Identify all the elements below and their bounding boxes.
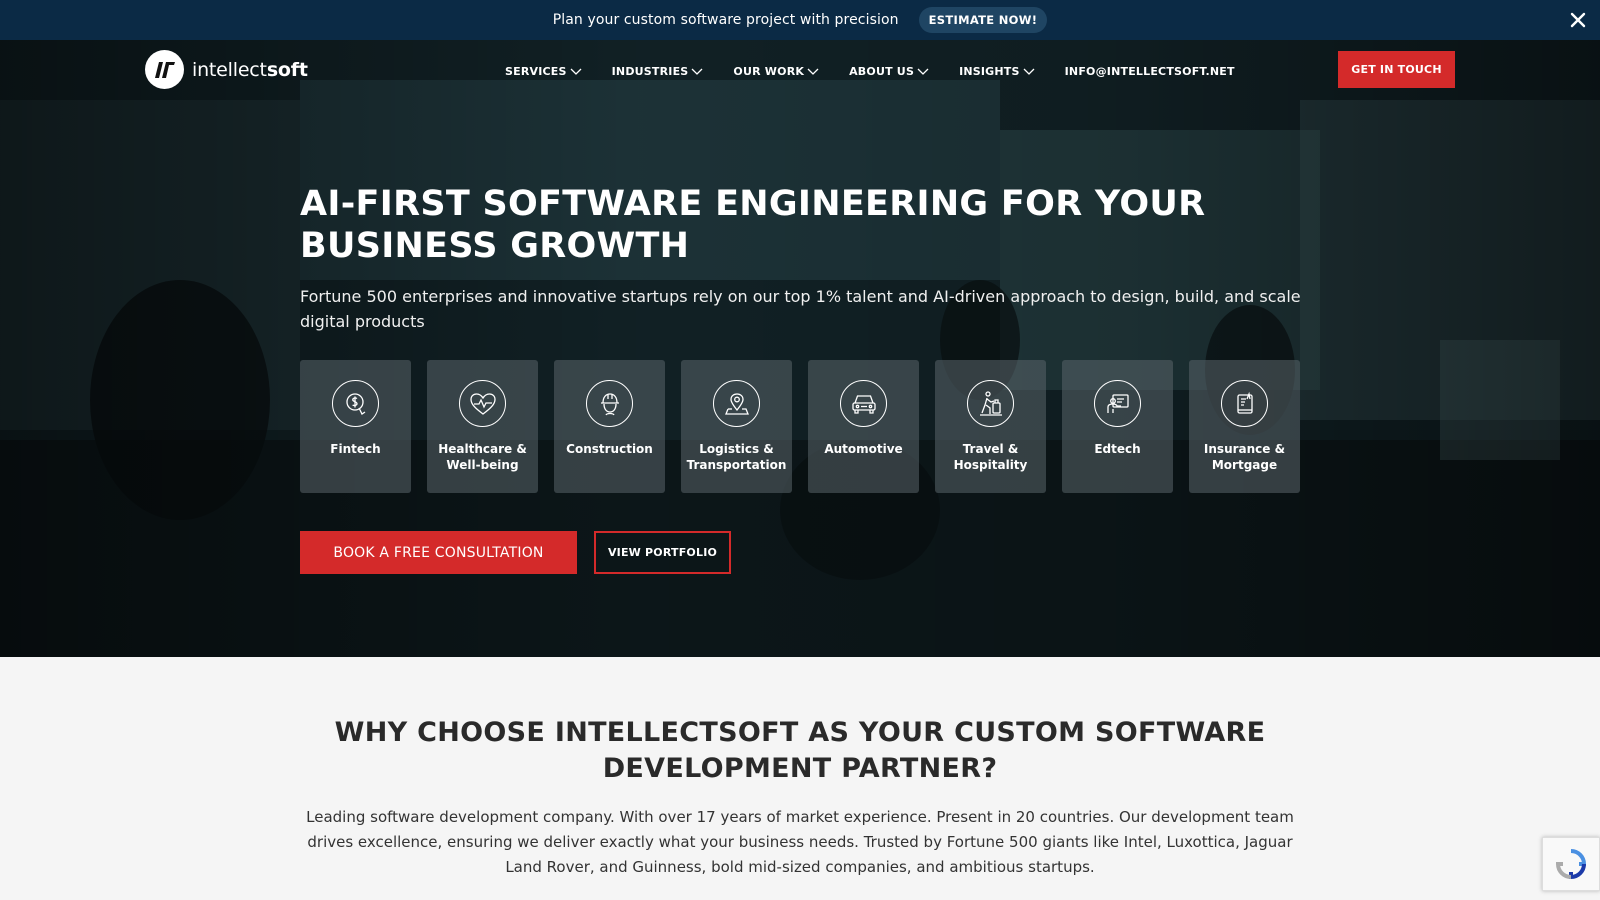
industry-card-fintech[interactable]: Fintech — [300, 360, 411, 493]
nav-item-about-us[interactable]: ABOUT US — [849, 65, 929, 78]
industry-card-healthcare[interactable]: Healthcare & Well-being — [427, 360, 538, 493]
hero-section: intellectsoft SERVICES INDUSTRIES OUR WO… — [0, 40, 1600, 657]
hero-title: AI-FIRST SOFTWARE ENGINEERING FOR YOUR B… — [300, 184, 1206, 266]
industry-label: Travel & Hospitality — [953, 442, 1028, 472]
industry-label: Logistics & Transportation — [686, 442, 787, 472]
book-consultation-button[interactable]: BOOK A FREE CONSULTATION — [300, 531, 577, 574]
industry-label: Insurance & Mortgage — [1203, 442, 1286, 472]
section-body: Leading software development company. Wi… — [306, 808, 1294, 876]
construction-icon — [586, 380, 633, 427]
industry-label: Automotive — [824, 442, 903, 456]
industry-card-automotive[interactable]: Automotive — [808, 360, 919, 493]
why-choose-section: WHY CHOOSE INTELLECTSOFT AS YOUR CUSTOM … — [0, 657, 1600, 900]
hero-subtitle: Fortune 500 enterprises and innovative s… — [300, 287, 1301, 331]
healthcare-icon — [459, 380, 506, 427]
announcement-message: Plan your custom software project with p… — [552, 12, 899, 28]
section-heading: WHY CHOOSE INTELLECTSOFT AS YOUR CUSTOM … — [334, 717, 1266, 784]
chevron-down-icon — [691, 68, 703, 75]
chevron-down-icon — [807, 68, 819, 75]
industry-card-construction[interactable]: Construction — [554, 360, 665, 493]
nav-item-services[interactable]: SERVICES — [505, 65, 582, 78]
main-nav: SERVICES INDUSTRIES OUR WORK ABOUT US IN… — [505, 65, 1265, 78]
industry-label: Fintech — [330, 442, 381, 456]
fintech-icon — [332, 380, 379, 427]
edtech-icon — [1094, 380, 1141, 427]
industry-card-logistics[interactable]: Logistics & Transportation — [681, 360, 792, 493]
logistics-icon — [713, 380, 760, 427]
logo-mark-icon — [145, 50, 184, 89]
get-in-touch-button[interactable]: GET IN TOUCH — [1338, 51, 1455, 88]
close-icon[interactable] — [1566, 8, 1590, 32]
travel-icon — [967, 380, 1014, 427]
view-portfolio-button[interactable]: VIEW PORTFOLIO — [594, 531, 731, 574]
hero-overlay — [0, 40, 1600, 657]
intellectsoft-logo[interactable]: intellectsoft — [145, 50, 308, 89]
nav-item-industries[interactable]: INDUSTRIES — [612, 65, 704, 78]
recaptcha-badge[interactable] — [1542, 837, 1600, 891]
estimate-now-button[interactable]: ESTIMATE NOW! — [918, 7, 1048, 33]
logo-wordmark: intellectsoft — [192, 58, 308, 81]
automotive-icon — [840, 380, 887, 427]
nav-item-insights[interactable]: INSIGHTS — [959, 65, 1035, 78]
industry-card-insurance[interactable]: Insurance & Mortgage — [1189, 360, 1300, 493]
chevron-down-icon — [1023, 68, 1035, 75]
insurance-icon — [1221, 380, 1268, 427]
chevron-down-icon — [917, 68, 929, 75]
announcement-bar: Plan your custom software project with p… — [0, 0, 1600, 40]
nav-email-link[interactable]: INFO@INTELLECTSOFT.NET — [1065, 65, 1235, 78]
industry-label: Construction — [566, 442, 653, 456]
industry-label: Edtech — [1094, 442, 1141, 456]
industry-label: Healthcare & Well-being — [438, 442, 527, 472]
recaptcha-icon — [1555, 849, 1587, 880]
industry-card-edtech[interactable]: Edtech — [1062, 360, 1173, 493]
chevron-down-icon — [570, 68, 582, 75]
industry-cards: Fintech Healthcare & Well-being Construc… — [300, 360, 1316, 493]
nav-item-our-work[interactable]: OUR WORK — [733, 65, 819, 78]
industry-card-travel[interactable]: Travel & Hospitality — [935, 360, 1046, 493]
